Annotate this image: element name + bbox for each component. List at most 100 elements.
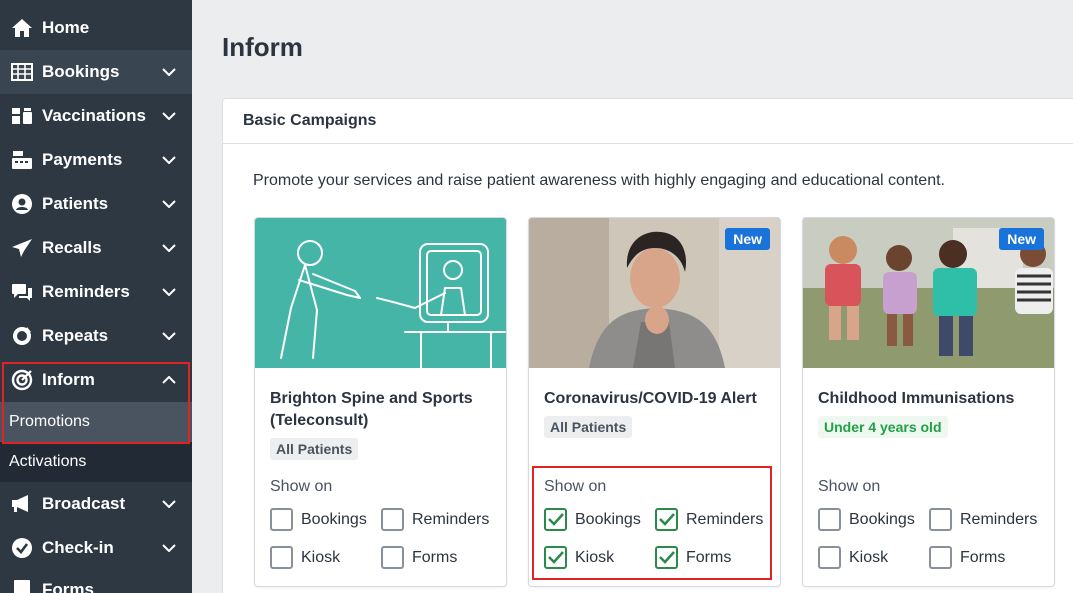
checkbox-label: Kiosk [301,548,341,566]
sidebar-item-payments[interactable]: Payments [0,138,192,182]
checkbox-label: Bookings [575,510,641,528]
sidebar-item-check-in[interactable]: Check-in [0,526,192,570]
checkbox-label: Bookings [301,510,367,528]
sidebar-item-label: Inform [42,370,95,389]
bookings-checkbox[interactable]: Bookings [818,508,915,531]
chevron-down-icon [162,65,176,79]
show-on-label: Show on [818,478,881,495]
sidebar-item-label: Repeats [42,326,109,345]
kiosk-checkbox[interactable]: Kiosk [270,546,340,569]
user-circle-icon [10,192,34,216]
checkbox-box[interactable] [655,508,678,531]
reminders-checkbox[interactable]: Reminders [655,508,763,531]
sidebar-item-label: Reminders [42,282,130,301]
sidebar-subitem-label: Promotions [9,413,90,430]
checkbox-label: Reminders [686,510,764,528]
campaign-card[interactable]: New Coronavirus/COVID-19 Alert All Patie… [528,217,781,587]
chevron-down-icon [162,241,176,255]
sidebar-item-forms[interactable]: Forms [0,568,192,593]
chevron-down-icon [162,197,176,211]
sidebar: Home Bookings Vaccinations Payments Pati… [0,0,192,593]
reminders-checkbox[interactable]: Reminders [929,508,1037,531]
sidebar-item-broadcast[interactable]: Broadcast [0,482,192,526]
reminders-checkbox[interactable]: Reminders [381,508,489,531]
checkbox-box[interactable] [544,546,567,569]
check-icon [547,513,564,526]
sidebar-item-label: Payments [42,150,123,169]
coughing-woman-photo: New [529,218,780,368]
checkbox-box[interactable] [381,508,404,531]
kiosk-checkbox[interactable]: Kiosk [818,546,888,569]
chevron-down-icon [162,497,176,511]
checkbox-label: Reminders [412,510,490,528]
check-icon [658,513,675,526]
checkbox-label: Kiosk [849,548,889,566]
sidebar-item-bookings[interactable]: Bookings [0,50,192,94]
sidebar-item-vaccinations[interactable]: Vaccinations [0,94,192,138]
sidebar-item-label: Recalls [42,238,102,257]
checkbox-label: Forms [412,548,458,566]
sidebar-item-home[interactable]: Home [0,6,192,50]
chevron-down-icon [162,541,176,555]
check-icon [547,551,564,564]
panel-header: Basic Campaigns [223,99,1073,144]
checkbox-box[interactable] [381,546,404,569]
children-running-photo: New [803,218,1054,368]
cash-register-icon [10,148,34,172]
checkbox-box[interactable] [270,546,293,569]
audience-tag: Under 4 years old [818,416,948,438]
sidebar-item-patients[interactable]: Patients [0,182,192,226]
sidebar-item-reminders[interactable]: Reminders [0,270,192,314]
sidebar-item-label: Home [42,18,90,37]
paper-plane-icon [10,236,34,260]
checkbox-box[interactable] [544,508,567,531]
show-on-label: Show on [270,478,333,495]
check-circle-icon [10,536,34,560]
refresh-icon [10,324,34,348]
checkbox-box[interactable] [818,546,841,569]
new-badge: New [999,228,1044,250]
checkbox-label: Reminders [960,510,1038,528]
forms-checkbox[interactable]: Forms [381,546,457,569]
kiosk-checkbox[interactable]: Kiosk [544,546,614,569]
checkbox-box[interactable] [929,546,952,569]
bookings-checkbox[interactable]: Bookings [544,508,641,531]
sidebar-item-label: Broadcast [42,494,126,513]
campaign-card[interactable]: Brighton Spine and Sports (Teleconsult) … [254,217,507,587]
sidebar-item-label: Vaccinations [42,106,146,125]
forms-checkbox[interactable]: Forms [655,546,731,569]
chevron-down-icon [162,153,176,167]
sidebar-item-repeats[interactable]: Repeats [0,314,192,358]
audience-tag: All Patients [270,438,359,460]
checkbox-label: Forms [960,548,1006,566]
checkbox-label: Kiosk [575,548,615,566]
sidebar-item-label: Bookings [42,62,120,81]
sidebar-subitem-activations[interactable]: Activations [0,442,192,482]
home-icon [10,16,34,40]
checkbox-box[interactable] [270,508,293,531]
checkbox-box[interactable] [655,546,678,569]
comments-icon [10,280,34,304]
megaphone-icon [10,492,34,516]
card-title: Brighton Spine and Sports (Teleconsult) [270,390,473,429]
chevron-up-icon [162,373,176,387]
bookings-checkbox[interactable]: Bookings [270,508,367,531]
card-title: Coronavirus/COVID-19 Alert [544,390,757,407]
sidebar-item-recalls[interactable]: Recalls [0,226,192,270]
forms-checkbox[interactable]: Forms [929,546,1005,569]
form-icon [10,578,34,593]
new-badge: New [725,228,770,250]
sidebar-item-inform[interactable]: Inform [0,358,192,402]
card-title: Childhood Immunisations [818,390,1015,407]
show-on-label: Show on [544,478,607,495]
page-title: Inform [222,32,303,62]
panel-title: Basic Campaigns [243,112,377,129]
sidebar-item-label: Patients [42,194,109,213]
campaign-card[interactable]: New Childhood Immunisations Under 4 year… [802,217,1055,587]
chevron-down-icon [162,285,176,299]
checkbox-box[interactable] [818,508,841,531]
checkbox-label: Forms [686,548,732,566]
sidebar-subitem-promotions[interactable]: Promotions [0,402,192,442]
sidebar-item-label: Forms [42,580,94,593]
checkbox-box[interactable] [929,508,952,531]
